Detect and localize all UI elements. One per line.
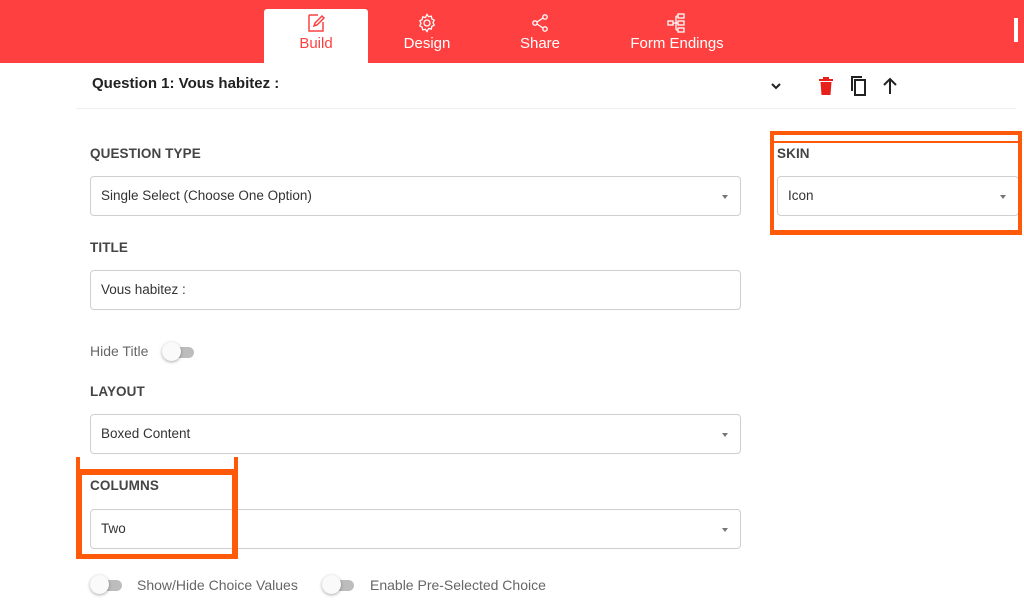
- title-label: TITLE: [90, 240, 128, 255]
- tab-share[interactable]: Share: [508, 9, 572, 63]
- gear-icon: [416, 12, 438, 34]
- tab-design-label: Design: [403, 35, 451, 52]
- dropdown-caret-icon: [722, 433, 728, 437]
- arrow-up-icon[interactable]: [878, 74, 902, 98]
- show-hide-choice-values-toggle[interactable]: [90, 575, 122, 594]
- question-type-select[interactable]: Single Select (Choose One Option): [90, 176, 741, 216]
- trash-icon[interactable]: [814, 74, 838, 98]
- layout-value: Boxed Content: [101, 426, 191, 441]
- show-hide-choice-values-label: Show/Hide Choice Values: [137, 577, 298, 593]
- tab-design[interactable]: Design: [392, 9, 462, 63]
- tab-form-endings-label: Form Endings: [630, 35, 724, 52]
- title-input[interactable]: Vous habitez :: [90, 270, 741, 310]
- tab-build[interactable]: Build: [264, 9, 368, 63]
- tab-form-endings[interactable]: Form Endings: [622, 9, 732, 63]
- hide-title-toggle[interactable]: [162, 342, 194, 361]
- toggle-knob: [162, 342, 181, 361]
- enable-preselected-toggle[interactable]: [322, 575, 354, 594]
- layout-select[interactable]: Boxed Content: [90, 414, 741, 454]
- layout-label: LAYOUT: [90, 384, 145, 399]
- enable-preselected-label: Enable Pre-Selected Choice: [370, 577, 546, 593]
- top-nav-bar: Build Design Share Form Endings: [0, 0, 1024, 63]
- share-icon: [529, 12, 551, 34]
- hide-title-label: Hide Title: [90, 343, 149, 359]
- question-title: Question 1: Vous habitez :: [92, 75, 280, 92]
- edge-divider: [1014, 18, 1018, 42]
- columns-highlight-top: [80, 463, 234, 473]
- chevron-down-icon[interactable]: [764, 74, 788, 98]
- dropdown-caret-icon: [722, 528, 728, 532]
- question-type-label: QUESTION TYPE: [90, 146, 201, 161]
- flowchart-icon: [666, 12, 688, 34]
- question-header[interactable]: Question 1: Vous habitez :: [76, 64, 1016, 109]
- skin-highlight-inner: [771, 141, 1021, 227]
- tab-share-label: Share: [519, 35, 561, 52]
- columns-highlight-inner: [80, 473, 234, 557]
- tab-build-label: Build: [299, 35, 333, 52]
- toggle-knob: [322, 575, 341, 594]
- question-type-value: Single Select (Choose One Option): [101, 188, 312, 203]
- pencil-edit-icon: [305, 12, 327, 34]
- dropdown-caret-icon: [722, 195, 728, 199]
- title-input-value: Vous habitez :: [101, 282, 186, 297]
- copy-icon[interactable]: [846, 74, 870, 98]
- toggle-knob: [90, 575, 109, 594]
